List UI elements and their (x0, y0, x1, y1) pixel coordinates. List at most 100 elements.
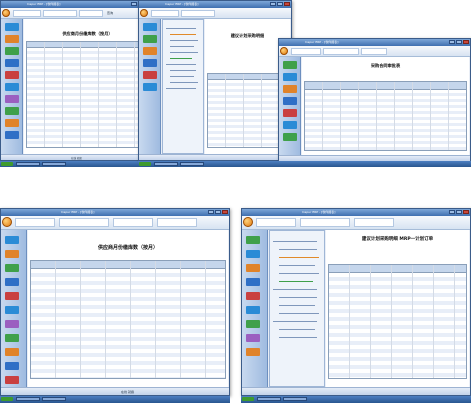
minimize-button[interactable] (208, 210, 214, 214)
tree-item[interactable] (166, 64, 196, 65)
toolbar-group-view[interactable] (113, 218, 153, 227)
toolbar-group-file[interactable] (13, 10, 41, 17)
toolbar-group-file[interactable] (291, 48, 321, 55)
taskbar-item[interactable] (16, 397, 40, 401)
start-button[interactable] (1, 397, 13, 401)
close-button[interactable] (463, 40, 469, 44)
app-menu-icon[interactable] (280, 47, 288, 55)
tree-item[interactable] (273, 321, 317, 322)
sidebar-item-2[interactable] (283, 73, 297, 81)
sidebar-item-5[interactable] (246, 292, 260, 300)
sidebar-item-3[interactable] (246, 264, 260, 272)
taskbar-item[interactable] (283, 397, 307, 401)
toolbar-group-view[interactable] (361, 48, 387, 55)
close-button[interactable] (222, 210, 228, 214)
tree-item[interactable] (279, 273, 319, 274)
taskbar-item[interactable] (16, 162, 40, 166)
tree-item[interactable] (279, 281, 313, 282)
sidebar-item-7[interactable] (246, 320, 260, 328)
sidebar-item-8[interactable] (5, 334, 19, 342)
tree-item[interactable] (279, 337, 317, 338)
tree-item[interactable] (166, 28, 196, 29)
toolbar-group-tools[interactable] (157, 218, 197, 227)
app-menu-icon[interactable] (2, 217, 12, 227)
sidebar-item-5[interactable] (283, 109, 297, 117)
sidebar-item-7[interactable] (5, 320, 19, 328)
sidebar-item-6[interactable] (5, 306, 19, 314)
toolbar-group-edit[interactable] (300, 218, 350, 227)
sidebar-item-2[interactable] (5, 250, 19, 258)
tree-item[interactable] (170, 82, 198, 83)
sidebar-item-9[interactable] (5, 348, 19, 356)
title-bar[interactable]: Inspur ERP - [零件报表] (139, 1, 291, 8)
tree-item[interactable] (279, 297, 317, 298)
sidebar-item-8[interactable] (5, 107, 19, 115)
sidebar-item-10[interactable] (5, 362, 19, 370)
taskbar-item[interactable] (180, 162, 204, 166)
sidebar-item-9[interactable] (246, 348, 260, 356)
sidebar-item-7[interactable] (283, 133, 297, 141)
sidebar-item-4[interactable] (5, 59, 19, 67)
search-button[interactable]: 查询 (107, 11, 113, 15)
minimize-button[interactable] (449, 210, 455, 214)
sidebar-item-3[interactable] (283, 85, 297, 93)
sidebar-item-1[interactable] (143, 23, 157, 31)
toolbar-group-file[interactable] (256, 218, 296, 227)
tree-item[interactable] (273, 289, 317, 290)
minimize-button[interactable] (449, 40, 455, 44)
close-button[interactable] (463, 210, 469, 214)
toolbar-group-edit[interactable] (323, 48, 359, 55)
maximize-button[interactable] (456, 210, 462, 214)
title-bar[interactable]: Inspur ERP - [零件报表] (1, 209, 229, 216)
tree-item[interactable] (279, 265, 315, 266)
start-button[interactable] (242, 397, 254, 401)
toolbar-group-file[interactable] (15, 218, 55, 227)
app-menu-icon[interactable] (243, 217, 253, 227)
sidebar-item-6[interactable] (283, 121, 297, 129)
title-bar[interactable]: Inspur ERP - [零件报表] (242, 209, 470, 216)
tree-item[interactable] (279, 313, 319, 314)
sidebar-item-3[interactable] (5, 264, 19, 272)
tree-item[interactable] (170, 76, 194, 77)
sidebar-item-2[interactable] (5, 35, 19, 43)
sidebar-item-6[interactable] (5, 83, 19, 91)
tree-item[interactable] (279, 329, 315, 330)
sidebar-item-1[interactable] (283, 61, 297, 69)
menu-tree-panel[interactable] (269, 230, 325, 387)
sidebar-item-4[interactable] (143, 59, 157, 67)
sidebar-item-3[interactable] (5, 47, 19, 55)
sidebar-item-4[interactable] (5, 278, 19, 286)
tree-item[interactable] (170, 52, 198, 53)
sidebar-item-2[interactable] (143, 35, 157, 43)
app-menu-icon[interactable] (140, 9, 148, 17)
sidebar-item-2[interactable] (246, 250, 260, 258)
title-bar[interactable]: Inspur ERP - [零件报表] (1, 1, 152, 8)
tree-item[interactable] (170, 46, 194, 47)
toolbar-group-view[interactable] (354, 218, 394, 227)
tree-item[interactable] (170, 34, 196, 35)
maximize-button[interactable] (215, 210, 221, 214)
sidebar-item-5[interactable] (143, 71, 157, 79)
minimize-button[interactable] (131, 2, 137, 6)
tree-item[interactable] (170, 58, 192, 59)
minimize-button[interactable] (270, 2, 276, 6)
tree-item[interactable] (166, 88, 196, 89)
app-menu-icon[interactable] (2, 9, 10, 17)
toolbar-group-edit[interactable] (181, 10, 215, 17)
taskbar-item[interactable] (257, 397, 281, 401)
toolbar-group-edit[interactable] (43, 10, 77, 17)
sidebar-item-9[interactable] (5, 119, 19, 127)
sidebar-item-1[interactable] (5, 23, 19, 31)
toolbar-group-view[interactable] (79, 10, 103, 17)
sidebar-item-4[interactable] (283, 97, 297, 105)
maximize-button[interactable] (456, 40, 462, 44)
sidebar-item-4[interactable] (246, 278, 260, 286)
sidebar-item-10[interactable] (5, 131, 19, 139)
close-button[interactable] (284, 2, 290, 6)
sidebar-item-1[interactable] (246, 236, 260, 244)
sidebar-item-1[interactable] (5, 236, 19, 244)
tree-item[interactable] (170, 40, 198, 41)
sidebar-item-5[interactable] (5, 292, 19, 300)
title-bar[interactable]: Inspur ERP - [零件报表] (279, 39, 470, 46)
sidebar-item-5[interactable] (5, 71, 19, 79)
